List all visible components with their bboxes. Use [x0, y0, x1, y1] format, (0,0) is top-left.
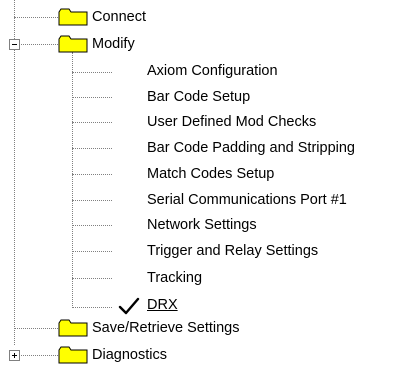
tree-branch-network — [72, 225, 112, 226]
folder-icon — [58, 346, 88, 364]
tree-branch-axiom — [72, 72, 112, 73]
tree-line-root — [14, 0, 15, 345]
tree-item-connect[interactable]: Connect — [92, 7, 146, 27]
tree-item-modify[interactable]: Modify — [92, 34, 135, 54]
tree-item-save-retrieve-settings[interactable]: Save/Retrieve Settings — [92, 318, 240, 338]
tree-branch-save — [14, 328, 58, 329]
tree-branch-padding — [72, 148, 112, 149]
minus-icon — [12, 44, 17, 45]
tree-branch-connect — [14, 17, 58, 18]
tree-item-serial-communications[interactable]: Serial Communications Port #1 — [147, 190, 347, 210]
tree-branch-diagnostics — [18, 355, 58, 356]
tree-branch-barcode — [72, 97, 112, 98]
tree-branch-tracking — [72, 278, 112, 279]
folder-shape — [58, 35, 88, 53]
folder-shape — [58, 346, 88, 364]
expand-button-diagnostics[interactable] — [9, 350, 20, 361]
folder-icon — [58, 8, 88, 26]
folder-shape — [58, 319, 88, 337]
tree-item-trigger-relay-settings[interactable]: Trigger and Relay Settings — [147, 241, 318, 261]
folder-icon — [58, 319, 88, 337]
folder-icon — [58, 35, 88, 53]
tree-branch-trigger — [72, 251, 112, 252]
tree-branch-matchcodes — [72, 174, 112, 175]
tree-item-user-defined-mod-checks[interactable]: User Defined Mod Checks — [147, 112, 316, 132]
tree-branch-drx — [72, 307, 112, 308]
tree-item-bar-code-setup[interactable]: Bar Code Setup — [147, 87, 250, 107]
tree-branch-serial — [72, 200, 112, 201]
checkmark-icon — [118, 297, 140, 315]
tree-item-match-codes-setup[interactable]: Match Codes Setup — [147, 164, 274, 184]
tree-branch-modify — [18, 44, 58, 45]
tree-item-network-settings[interactable]: Network Settings — [147, 215, 257, 235]
tree-item-diagnostics[interactable]: Diagnostics — [92, 345, 167, 365]
settings-tree: Connect Modify Axiom Configuration Bar C… — [0, 0, 396, 371]
plus-icon-v — [14, 353, 15, 358]
tree-item-drx[interactable]: DRX — [147, 295, 178, 315]
tree-item-bar-code-padding[interactable]: Bar Code Padding and Stripping — [147, 138, 355, 158]
collapse-button-modify[interactable] — [9, 39, 20, 50]
tree-item-tracking[interactable]: Tracking — [147, 268, 202, 288]
tree-item-axiom-configuration[interactable]: Axiom Configuration — [147, 61, 278, 81]
checkmark-shape — [118, 297, 140, 315]
tree-branch-modchecks — [72, 122, 112, 123]
tree-line-modify — [72, 52, 73, 308]
folder-shape — [58, 8, 88, 26]
